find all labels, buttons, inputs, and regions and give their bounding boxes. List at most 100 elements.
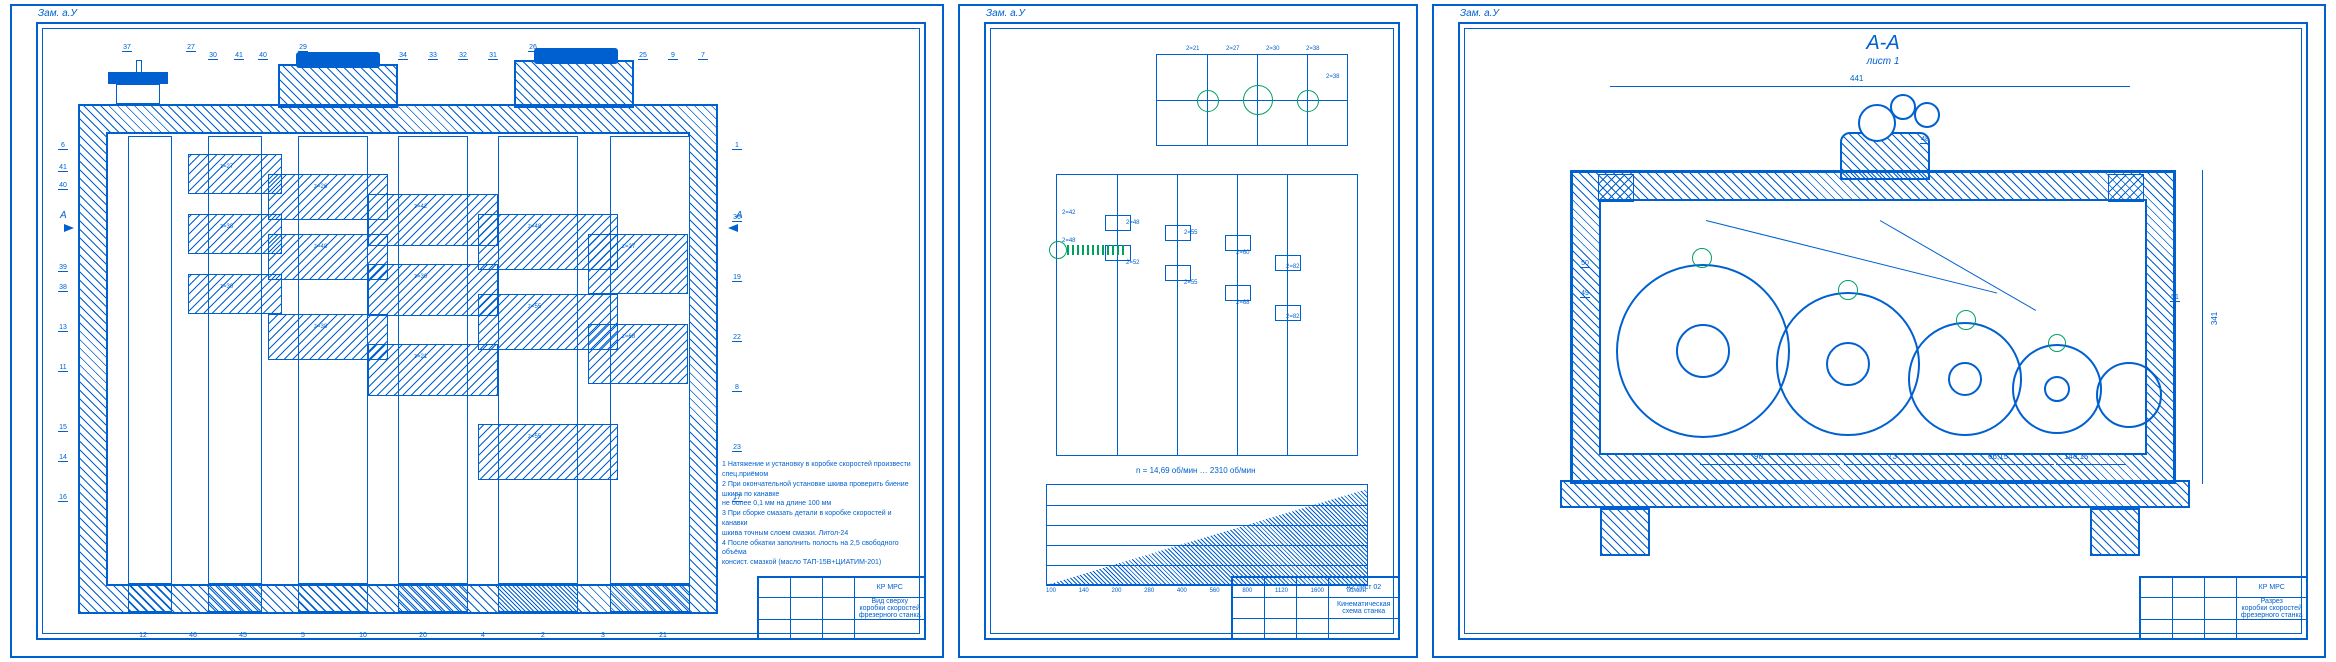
- sheet-left-frame: А А 37 27 30 41 40 29 28 35 34 33 32 31 …: [36, 22, 926, 640]
- balloon: 36: [732, 214, 742, 222]
- sheet-left-tag: Зам. а.У: [38, 8, 77, 19]
- sheet-left: Зам. а.У: [10, 4, 944, 658]
- balloon: 40: [58, 182, 68, 190]
- kin-label: 2=82: [1286, 264, 1300, 270]
- kin-label: 2=30: [1266, 46, 1280, 52]
- base-flange: [1560, 480, 2190, 508]
- gear-14: [588, 324, 688, 384]
- balloon: 12: [138, 632, 148, 640]
- speed-range: n = 14,69 об/мин … 2310 об/мин: [1136, 466, 1256, 475]
- tb-code: КР МРС: [2237, 578, 2306, 597]
- titleblock-left: КР МРС Вид сверху коробки скоростей фрез…: [757, 576, 924, 638]
- bolt-head-2: [534, 48, 618, 64]
- balloon: 16: [58, 494, 68, 502]
- z-label: z=38: [314, 324, 327, 330]
- sheet-right-tag: Зам. а.У: [1460, 8, 1499, 19]
- z-label: z=30: [220, 284, 233, 290]
- flange-bolt: [1598, 174, 1634, 202]
- titleblock-right: КР МРС Разрез коробки скоростей фрезерно…: [2139, 576, 2306, 638]
- gear-12: [478, 424, 618, 480]
- balloon: 48: [1920, 136, 1930, 144]
- ray-chart: [1046, 484, 1368, 586]
- balloon: 6: [58, 142, 68, 150]
- balloon: 19: [732, 274, 742, 282]
- section-label: А-А: [1460, 32, 2306, 55]
- balloon: 2: [538, 632, 548, 640]
- balloon: 41: [234, 52, 244, 60]
- kin-label: 2=82: [1286, 314, 1300, 320]
- balloon: 35: [368, 52, 378, 60]
- kin-label: 2=42: [1062, 210, 1076, 216]
- balloon: 3: [598, 632, 608, 640]
- z-label: z=55: [528, 304, 541, 310]
- gear-circle: [1616, 264, 1790, 438]
- balloon: 28: [338, 52, 348, 60]
- balloon: 33: [428, 52, 438, 60]
- tb-code: КР МРС: [855, 578, 924, 597]
- balloon: 26: [528, 44, 538, 52]
- sheet-middle-tag: Зам. а.У: [986, 8, 1025, 19]
- kin-label: 2=55: [1184, 280, 1198, 286]
- bearing-cap-icon: [1692, 248, 1712, 268]
- balloon: 8: [732, 384, 742, 392]
- sheet-right-frame: А-А лист 1: [1458, 22, 2308, 640]
- kin-label: 2=38: [1326, 74, 1340, 80]
- balloon: 21: [658, 632, 668, 640]
- balloon: 38: [58, 284, 68, 292]
- balloon: 46: [188, 632, 198, 640]
- kin-label: 2=52: [1126, 260, 1140, 266]
- dim-label: 90: [1754, 452, 1763, 461]
- bearing-b3: [298, 584, 368, 612]
- balloon: 7: [698, 52, 708, 60]
- kin-label: 2=38: [1306, 46, 1320, 52]
- sheet-middle: Зам. а.У 2=21 2=27 2=30 2=38 2=38: [958, 4, 1418, 658]
- section-letter-a: А: [60, 210, 67, 221]
- z-label: z=42: [414, 204, 427, 210]
- balloon: 24: [608, 52, 618, 60]
- tb-title: Разрез коробки скоростей фрезерного стан…: [2237, 598, 2306, 619]
- balloon: 31: [488, 52, 498, 60]
- z-label: z=26: [314, 184, 327, 190]
- balloon: 39: [58, 264, 68, 272]
- dim-label: 73: [1888, 452, 1897, 461]
- top-cover-1: [278, 64, 398, 108]
- gear-circle: [2096, 362, 2162, 428]
- tb-title: Вид сверху коробки скоростей фрезерного …: [855, 598, 924, 619]
- balloon: 14: [58, 454, 68, 462]
- balloon: 25: [638, 52, 648, 60]
- balloon: 49: [1580, 290, 1590, 298]
- kin-label: 2=27: [1226, 46, 1240, 52]
- sheet-right: Зам. а.У А-А лист 1: [1432, 4, 2326, 658]
- gear-9: [368, 344, 498, 396]
- gear-circle: [1776, 292, 1920, 436]
- balloon: 34: [398, 52, 408, 60]
- bearing-cap-icon: [1838, 280, 1858, 300]
- kin-main: [1056, 174, 1358, 456]
- handle-ball-icon: [1890, 94, 1916, 120]
- bearing-b5: [498, 584, 578, 612]
- z-label: z=48: [528, 224, 541, 230]
- gear-circle: [2012, 344, 2102, 434]
- balloon: 37: [122, 44, 132, 52]
- z-label: z=21: [414, 354, 427, 360]
- dim-label: 341: [2210, 312, 2219, 325]
- balloon: 22: [732, 334, 742, 342]
- balloon: 27: [186, 44, 196, 52]
- balloon: 9: [668, 52, 678, 60]
- balloon: 13: [58, 324, 68, 332]
- sheet-middle-frame: 2=21 2=27 2=30 2=38 2=38: [984, 22, 1400, 640]
- balloon: 5: [298, 632, 308, 640]
- handle-ball-icon: [1914, 102, 1940, 128]
- balloon: 40: [258, 52, 268, 60]
- balloon: 23: [732, 444, 742, 452]
- z-label: z=30: [414, 274, 427, 280]
- worm-icon: [1067, 245, 1127, 255]
- gear-circle: [1908, 322, 2022, 436]
- balloon: 29: [298, 44, 308, 52]
- kin-label: 2=48: [1126, 220, 1140, 226]
- dim-label: 441: [1850, 74, 1863, 83]
- kin-label: 2=60: [1236, 250, 1250, 256]
- section-arrow-icon: [64, 224, 74, 232]
- balloon: 15: [58, 424, 68, 432]
- section-foot: [2090, 508, 2140, 556]
